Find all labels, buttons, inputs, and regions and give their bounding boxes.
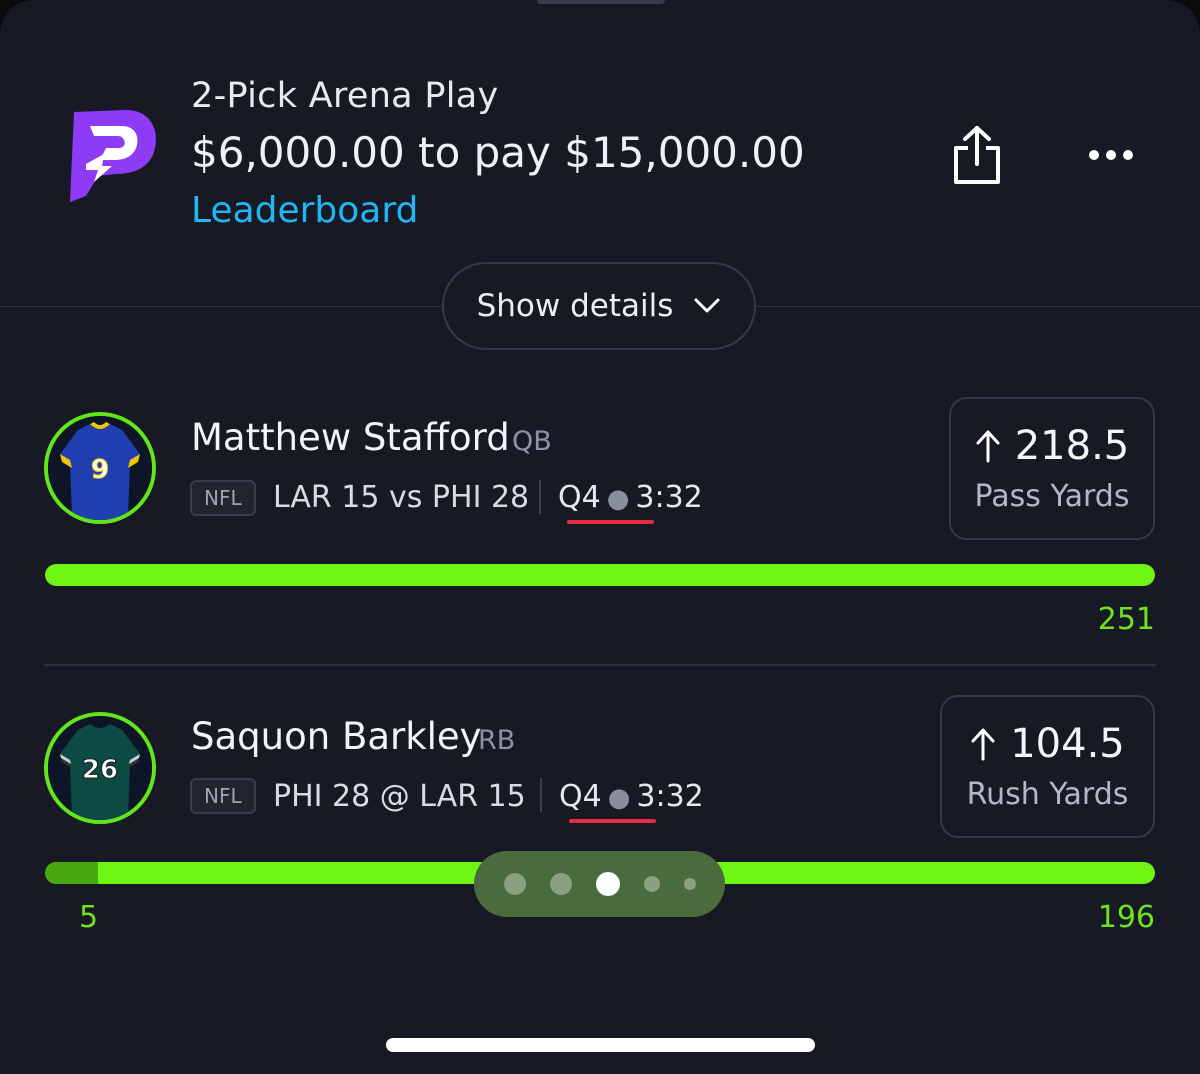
player-position: QB (512, 426, 552, 457)
start-value: 5 (79, 900, 99, 935)
jersey-number: 9 (91, 455, 109, 485)
page-dot[interactable] (503, 873, 526, 895)
show-details-button[interactable]: Show details (442, 262, 756, 350)
entry-title: 2-Pick Arena Play (191, 76, 499, 116)
league-badge: NFL (190, 778, 256, 814)
game-time: 3:32 (636, 779, 704, 814)
progress-start-segment (45, 862, 98, 884)
current-value: 196 (1097, 900, 1155, 935)
game-score: PHI 28 @ LAR 15 (273, 779, 526, 814)
separator (539, 480, 541, 514)
league-badge: NFL (190, 480, 256, 516)
projection-box[interactable]: 218.5 Pass Yards (949, 397, 1155, 540)
game-clock: Q4 ● 3:32 (559, 779, 704, 814)
separator (540, 778, 542, 812)
arrow-up-icon (976, 430, 1000, 463)
current-value: 251 (1097, 602, 1155, 637)
sheet-grabber[interactable] (537, 0, 665, 4)
more-dots-icon[interactable] (1082, 138, 1142, 172)
share-icon[interactable] (948, 124, 1006, 188)
arrow-up-icon (971, 728, 995, 761)
page-dot[interactable] (643, 876, 660, 892)
game-time: 3:32 (635, 480, 703, 515)
progress-fill (45, 564, 1155, 586)
page-dot[interactable] (595, 872, 620, 896)
projection-value-row: 218.5 (951, 423, 1153, 469)
projection-value: 104.5 (1010, 721, 1125, 767)
player-avatar: 26 (44, 712, 156, 824)
bullet-icon: ● (607, 783, 631, 813)
projection-stat: Rush Yards (966, 777, 1129, 812)
row-divider (44, 664, 1156, 666)
show-details-label: Show details (476, 288, 674, 324)
bet-detail-sheet: 2-Pick Arena Play $6,000.00 to pay $15,0… (0, 0, 1200, 1074)
page-dot[interactable] (683, 878, 696, 890)
player-name: Saquon Barkley (191, 715, 482, 758)
progress-bar (45, 564, 1155, 586)
prizepicks-logo-icon (60, 108, 160, 204)
leaderboard-link[interactable]: Leaderboard (191, 190, 418, 231)
player-avatar: 9 (44, 412, 156, 524)
page-dot[interactable] (549, 873, 572, 895)
game-score: LAR 15 vs PHI 28 (273, 480, 530, 515)
jersey-number: 26 (82, 755, 118, 785)
game-clock: Q4 ● 3:32 (558, 480, 703, 515)
projection-value-row: 104.5 (942, 721, 1153, 767)
live-indicator (567, 520, 654, 524)
home-indicator[interactable] (386, 1038, 815, 1052)
live-indicator (569, 819, 656, 823)
entry-payout: $6,000.00 to pay $15,000.00 (191, 128, 805, 177)
game-quarter: Q4 (558, 480, 601, 515)
chevron-down-icon (694, 298, 720, 313)
bullet-icon: ● (606, 484, 630, 514)
projection-stat: Pass Yards (974, 479, 1130, 514)
game-quarter: Q4 (559, 779, 602, 814)
projection-box[interactable]: 104.5 Rush Yards (940, 695, 1155, 838)
projection-value: 218.5 (1014, 423, 1130, 469)
player-position: RB (478, 725, 516, 756)
page-indicator[interactable] (474, 851, 725, 917)
player-name: Matthew Stafford (191, 416, 510, 459)
